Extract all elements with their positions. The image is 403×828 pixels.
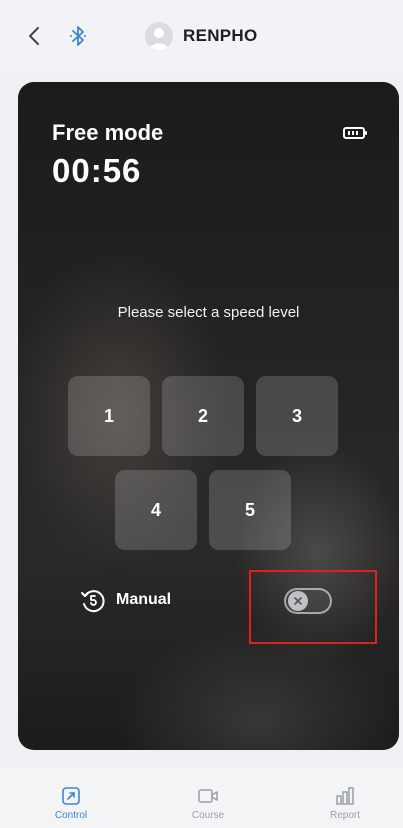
nav-label-course: Course	[191, 810, 225, 821]
battery-icon	[343, 127, 367, 139]
course-icon	[198, 789, 218, 803]
nav-label-control: Control	[54, 810, 88, 821]
manual-timer-icon	[81, 590, 105, 613]
back-arrow-icon	[29, 27, 39, 45]
speed-level-2-button[interactable]: 2	[162, 376, 244, 456]
speed-level-4-button[interactable]: 4	[115, 470, 197, 550]
nav-item-course[interactable]: Course	[168, 786, 248, 821]
avatar-icon	[145, 22, 173, 50]
speed-level-5-button[interactable]: 5	[209, 470, 291, 550]
speed-level-1-button[interactable]: 1	[68, 376, 150, 456]
nav-label-report: Report	[329, 810, 360, 821]
control-icon	[62, 787, 80, 805]
top-header: RENPHO	[0, 0, 403, 72]
back-button[interactable]	[22, 22, 46, 50]
device-name: RENPHO	[183, 26, 258, 45]
device-selector[interactable]: RENPHO	[145, 22, 258, 50]
control-card: Free mode 00:56 Please select a speed le…	[18, 82, 399, 750]
bottom-nav: Control Course Report	[0, 768, 403, 828]
bluetooth-icon	[70, 26, 86, 46]
toggle-highlight-box	[249, 570, 377, 644]
timer-display: 00:56	[52, 152, 142, 189]
report-icon	[336, 787, 354, 805]
mode-title: Free mode	[52, 120, 164, 145]
speed-prompt: Please select a speed level	[117, 304, 300, 321]
speed-level-3-button[interactable]: 3	[256, 376, 338, 456]
nav-item-control[interactable]: Control	[31, 786, 111, 821]
nav-item-report[interactable]: Report	[305, 786, 385, 821]
manual-label: Manual	[116, 591, 172, 608]
bluetooth-button[interactable]	[66, 22, 90, 50]
